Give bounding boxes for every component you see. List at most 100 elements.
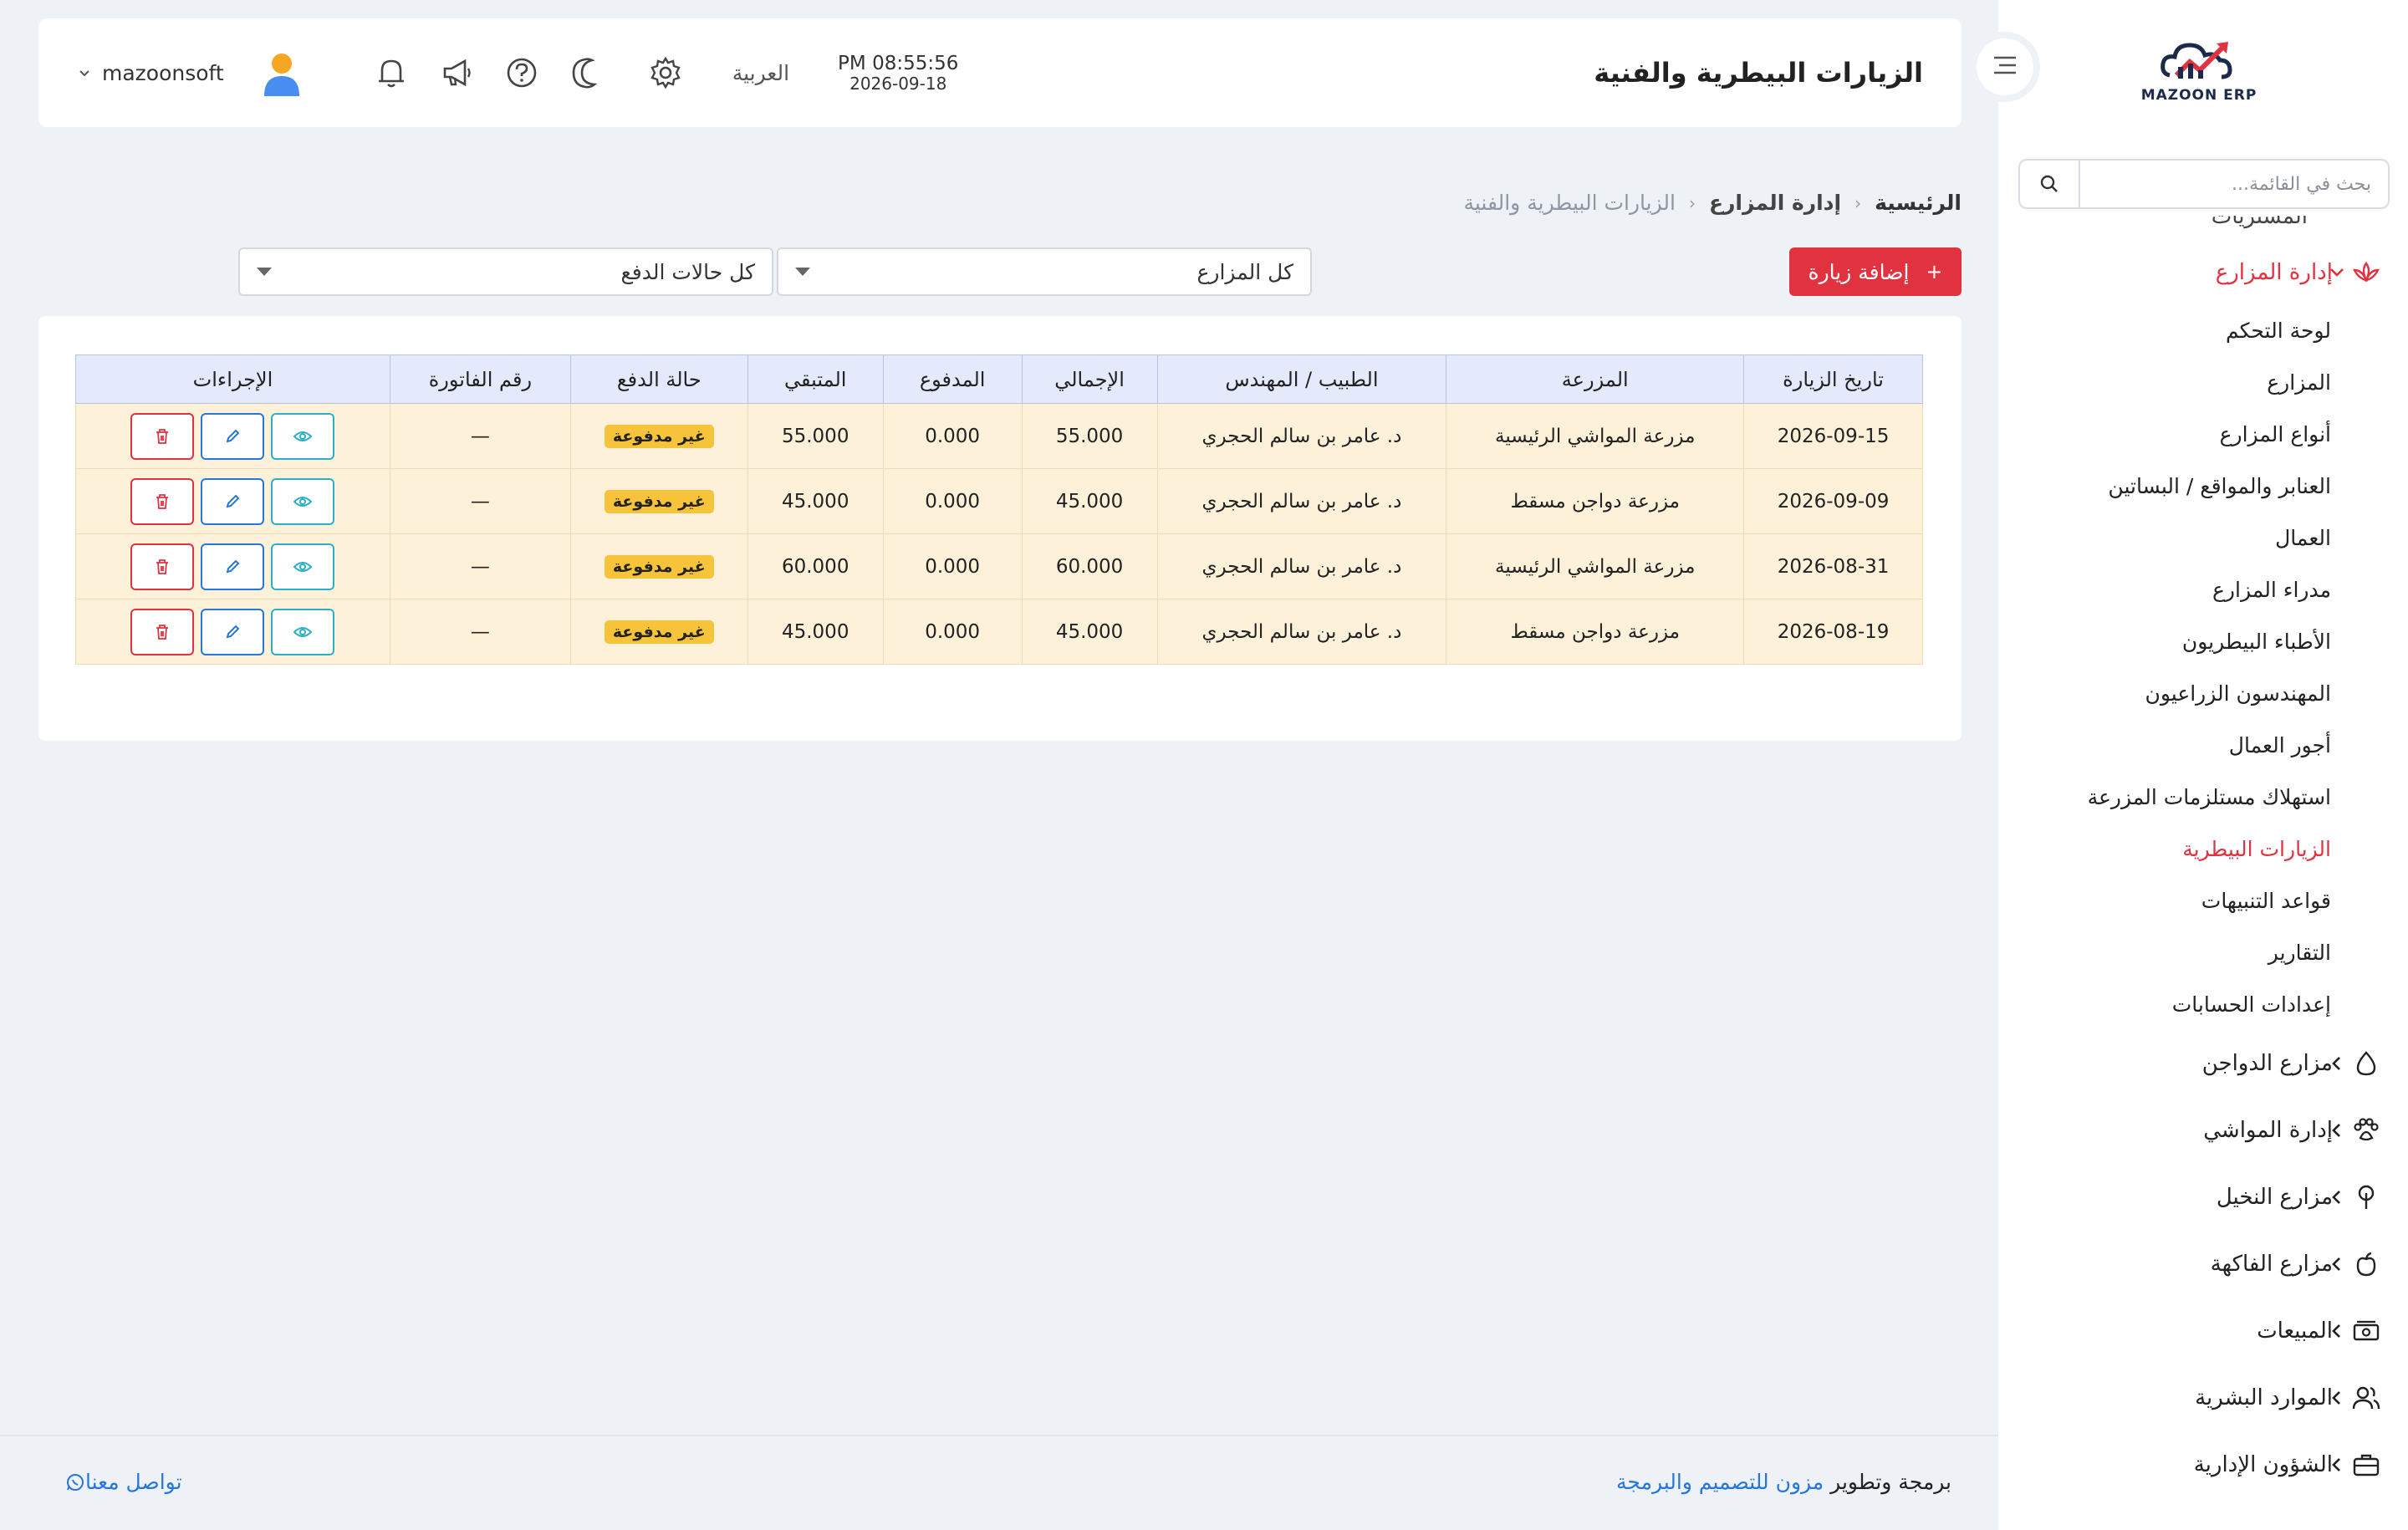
moon-icon[interactable] [569,54,605,91]
cell-status: غير مدفوعة [569,468,748,534]
visits-card: تاريخ الزيارة المزرعة الطبيب / المهندس ا… [38,316,1962,741]
col-header-remaining[interactable]: المتبقي [747,354,884,404]
sidebar-item-farms[interactable]: المزارع [1998,356,2331,408]
sidebar-item-farm-managers[interactable]: مدراء المزارع [1998,564,2331,615]
breadcrumb-home[interactable]: الرئيسية [1875,191,1962,215]
col-header-visit-date[interactable]: تاريخ الزيارة [1743,354,1923,404]
megaphone-icon[interactable] [438,54,475,91]
cell-invoice: — [389,533,571,599]
status-badge: غير مدفوعة [604,620,714,644]
sidebar-item-barns-sites[interactable]: العنابر والمواقع / البساتين [1998,460,2331,512]
sidebar-group-palm[interactable]: مزارع النخيل [1998,1164,2408,1231]
edit-button[interactable] [201,412,265,460]
delete-button[interactable] [130,608,195,655]
col-header-farm[interactable]: المزرعة [1446,354,1745,404]
delete-button[interactable] [130,477,195,525]
top-bar-tools: mazoonsoft العربية PM 08:55:56 2026-09-1… [79,18,958,127]
cell-remaining: 45.000 [747,468,884,534]
sidebar-group-label: إدارة المواشي [2203,1118,2333,1143]
view-button[interactable] [271,412,335,460]
sidebar-item-workers[interactable]: العمال [1998,512,2331,564]
sidebar-item-worker-wages[interactable]: أجور العمال [1998,719,2331,771]
sidebar-group-sales[interactable]: المبيعات [1998,1298,2408,1364]
cell-date: 2026-08-31 [1743,533,1923,599]
chevron-left-icon [2324,1051,2349,1076]
col-header-actions: الإجراءات [75,354,390,404]
sidebar-item-agronomists[interactable]: المهندسون الزراعيون [1998,667,2332,719]
trash-icon [156,428,169,444]
col-header-total[interactable]: الإجمالي [1021,354,1158,404]
logo-mark-icon [2153,33,2245,89]
chevron-left-icon: ‹ [1688,192,1696,213]
sidebar-groups: مزارع الدواجن إدارة المواشي مزارع النخيل [1998,1030,2408,1498]
logo-text: MAZOON ERP [2140,87,2258,104]
edit-button[interactable] [201,543,265,590]
delete-button[interactable] [130,543,195,590]
cell-total: 45.000 [1021,599,1158,665]
sidebar-item-vet-visits[interactable]: الزيارات البيطرية [1998,823,2331,875]
cell-remaining: 55.000 [747,403,884,469]
cell-doctor: د. عامر بن سالم الحجري [1156,468,1447,534]
sidebar-item-farm-types[interactable]: أنواع المزارع [1998,408,2331,460]
col-header-payment-status[interactable]: حالة الدفع [569,354,748,404]
sidebar-item-dashboard[interactable]: لوحة التحكم [1998,304,2331,356]
edit-button[interactable] [201,477,265,525]
cell-date: 2026-09-09 [1743,468,1923,534]
username: mazoonsoft [102,60,224,85]
chevron-left-icon [2324,1385,2349,1410]
sidebar-search-input[interactable] [2080,161,2388,207]
cell-actions [75,533,390,599]
sidebar-item-alert-rules[interactable]: قواعد التنبيهات [1998,875,2331,926]
bell-icon[interactable] [373,54,410,91]
sidebar-group-farm-management[interactable]: إدارة المزارع [1998,241,2408,304]
edit-button[interactable] [201,608,265,655]
settings-icon[interactable] [647,54,684,91]
breadcrumb: الرئيسية ‹ إدارة المزارع ‹ الزيارات البي… [1463,191,1962,215]
sidebar-item-account-settings[interactable]: إعدادات الحسابات [1998,978,2331,1030]
footer-credit-prefix: برمجة وتطوير [1830,1470,1951,1494]
egg-icon [2351,1048,2381,1079]
delete-button[interactable] [130,412,195,460]
cell-invoice: — [389,599,571,665]
add-visit-button[interactable]: + إضافة زيارة [1789,247,1962,296]
sidebar-item-veterinarians[interactable]: الأطباء البيطريون [1998,615,2331,667]
eye-icon [293,431,313,441]
payment-status-select[interactable]: كل حالات الدفع [238,247,773,296]
clock-time: PM 08:55:56 [838,53,959,74]
sidebar-group-hr[interactable]: الموارد البشرية [1998,1364,2408,1431]
sidebar-search [2018,159,2390,209]
view-button[interactable] [271,477,335,525]
user-menu[interactable]: mazoonsoft [79,49,373,96]
col-header-paid[interactable]: المدفوع [882,354,1023,404]
sidebar-item-purchases[interactable]: المشتريات [1998,216,2408,241]
cell-status: غير مدفوعة [569,403,748,469]
sidebar-toggle-button[interactable] [1970,32,2040,102]
language-switch[interactable]: العربية [732,61,789,85]
view-button[interactable] [271,608,335,655]
sidebar-group-admin-affairs[interactable]: الشؤون الإدارية [1998,1431,2408,1498]
paw-icon [2351,1115,2381,1145]
sidebar-group-label: مزارع الفاكهة [2210,1252,2333,1277]
trash-icon [156,558,169,574]
contact-us-link[interactable]: تواصل معنا [47,1470,182,1494]
breadcrumb-section[interactable]: إدارة المزارع [1709,191,1841,215]
eye-icon [293,496,313,507]
footer-brand-link[interactable]: مزون للتصميم والبرمجة [1616,1470,1824,1494]
sidebar-item-reports[interactable]: التقارير [1998,926,2331,978]
app-logo[interactable]: MAZOON ERP [2140,33,2258,117]
sidebar-group-fruit[interactable]: مزارع الفاكهة [1998,1231,2408,1298]
sidebar-group-poultry[interactable]: مزارع الدواجن [1998,1030,2408,1097]
cell-farm: مزرعة دواجن مسقط [1446,599,1745,665]
table-header-row: تاريخ الزيارة المزرعة الطبيب / المهندس ا… [75,354,1923,404]
cell-total: 45.000 [1021,468,1158,534]
chevron-left-icon [2324,1318,2349,1344]
sidebar-item-supplies-consumption[interactable]: استهلاك مستلزمات المزرعة [1998,771,2331,823]
view-button[interactable] [271,543,335,590]
farm-filter-select[interactable]: كل المزارع [777,247,1312,296]
col-header-doctor[interactable]: الطبيب / المهندس [1156,354,1447,404]
col-header-invoice-number[interactable]: رقم الفاتورة [389,354,571,404]
search-icon[interactable] [2020,161,2080,207]
sidebar: MAZOON ERP المشتريات إدارة المزارع لوحة … [1998,0,2408,1530]
sidebar-group-livestock[interactable]: إدارة المواشي [1998,1097,2408,1164]
help-icon[interactable] [503,54,540,91]
